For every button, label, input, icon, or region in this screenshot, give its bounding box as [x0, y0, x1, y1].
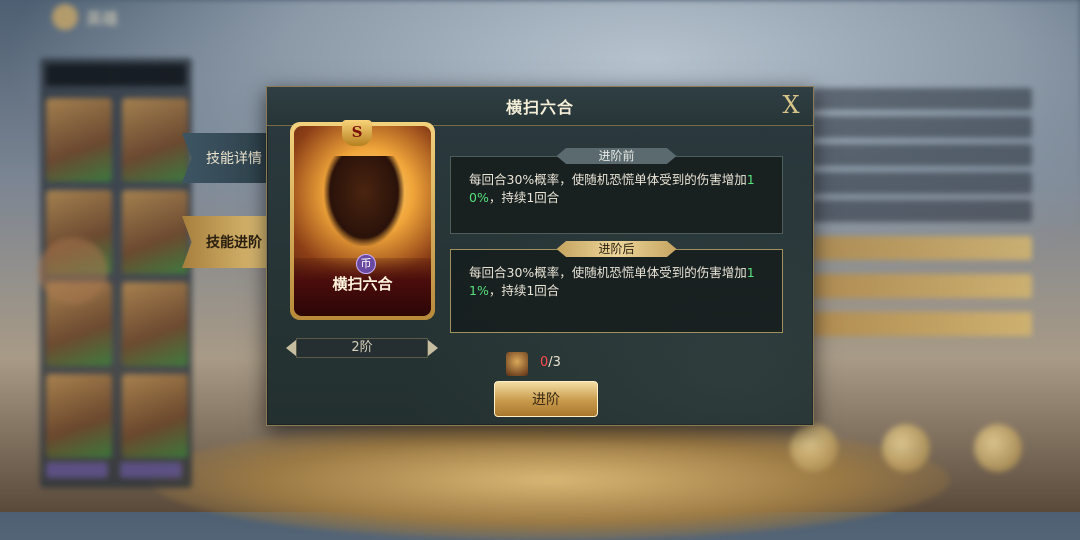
- hero-portrait[interactable]: [122, 282, 188, 366]
- before-text: 每回合30%概率，使随机恐慌单体受到的伤害增加: [469, 172, 747, 187]
- effect-before-box: 进阶前 每回合30%概率，使随机恐慌单体受到的伤害增加10%，持续1回合: [450, 148, 783, 234]
- after-label: 进阶后: [556, 241, 677, 257]
- level-label: 2阶: [351, 340, 373, 355]
- after-text-tail: ，持续1回合: [488, 283, 560, 298]
- hero-portrait[interactable]: [122, 98, 188, 182]
- info-row: [812, 88, 1032, 110]
- before-label: 进阶前: [556, 148, 677, 164]
- skill-slot[interactable]: [812, 236, 1032, 260]
- action-orbs: [790, 424, 1022, 472]
- effect-after-box: 进阶后 每回合30%概率，使随机恐慌单体受到的伤害增加11%，持续1回合: [450, 241, 783, 333]
- bottom-tab[interactable]: [120, 462, 182, 478]
- grade-badge: S: [342, 120, 372, 146]
- skill-level-bar: 2阶: [286, 338, 438, 358]
- dialog-title: 横扫六合: [505, 98, 574, 117]
- orb-button[interactable]: [790, 424, 838, 472]
- power-badge: [38, 238, 108, 304]
- back-icon: [52, 4, 78, 30]
- info-row: [812, 144, 1032, 166]
- tab-skill-advance[interactable]: 技能进阶: [182, 216, 278, 268]
- orb-button[interactable]: [974, 424, 1022, 472]
- before-text-tail: ，持续1回合: [488, 190, 560, 205]
- back-button[interactable]: 英雄: [52, 2, 162, 32]
- hero-token-icon: [506, 352, 528, 376]
- skill-slot[interactable]: [812, 274, 1032, 298]
- skill-card: 币 横扫六合 S: [290, 120, 435, 320]
- cost-need: /3: [548, 355, 561, 370]
- orb-button[interactable]: [882, 424, 930, 472]
- after-description: 每回合30%概率，使随机恐慌单体受到的伤害增加11%，持续1回合: [469, 264, 768, 300]
- info-row: [812, 200, 1032, 222]
- skill-art: 币 横扫六合: [294, 126, 431, 316]
- advance-cost: 0/3: [500, 352, 590, 376]
- close-icon[interactable]: X: [779, 93, 803, 117]
- advance-button[interactable]: 进阶: [494, 381, 598, 417]
- tab-skill-details[interactable]: 技能详情: [182, 133, 278, 183]
- after-text: 每回合30%概率，使随机恐慌单体受到的伤害增加: [469, 265, 747, 280]
- before-description: 每回合30%概率，使随机恐慌单体受到的伤害增加10%，持续1回合: [469, 171, 768, 207]
- skill-slot[interactable]: [812, 312, 1032, 336]
- tab-label: 技能详情: [206, 151, 262, 167]
- hero-portrait[interactable]: [122, 374, 188, 458]
- hero-portrait[interactable]: [122, 190, 188, 274]
- info-row: [812, 172, 1032, 194]
- cavalry-silhouette: [324, 156, 404, 246]
- hero-portrait[interactable]: [46, 98, 112, 182]
- hero-portrait[interactable]: [46, 374, 112, 458]
- cost-count: 0/3: [540, 355, 561, 370]
- info-row: [812, 116, 1032, 138]
- hero-info-panel: [812, 82, 1032, 412]
- tab-label: 技能进阶: [206, 235, 262, 251]
- hero-filter[interactable]: [46, 64, 186, 86]
- card-name: 横扫六合: [332, 275, 393, 293]
- rune-icon: 币: [356, 254, 376, 274]
- bottom-tab[interactable]: [46, 462, 108, 478]
- bottom-tabs: [46, 462, 182, 478]
- back-label: 英雄: [86, 9, 119, 28]
